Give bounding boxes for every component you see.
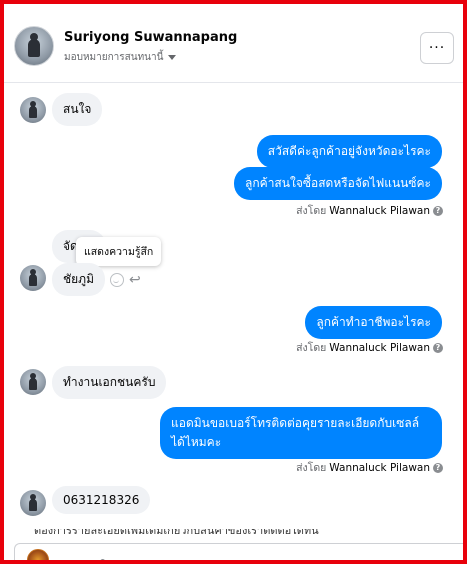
sent-by-label: ส่งโดย Wannaluck Pilawan ?: [296, 202, 443, 219]
outgoing-message[interactable]: ลูกค้าทำอาชีพอะไรคะ: [305, 306, 442, 339]
help-icon[interactable]: ?: [433, 205, 443, 216]
sent-by-prefix: ส่งโดย: [296, 342, 327, 354]
sent-by-agent: Wannaluck Pilawan: [329, 204, 430, 217]
sent-by-prefix: ส่งโดย: [296, 462, 327, 474]
reply-icon[interactable]: ↩: [129, 272, 141, 288]
help-icon[interactable]: ?: [433, 462, 443, 473]
page-avatar: [27, 549, 49, 560]
more-options-button[interactable]: ···: [420, 32, 454, 64]
sent-by-prefix: ส่งโดย: [296, 205, 327, 217]
outgoing-message[interactable]: แอดมินขอเบอร์โทรติดต่อคุยรายละเอียดกับเซ…: [160, 407, 442, 459]
sent-by-label: ส่งโดย Wannaluck Pilawan ?: [296, 339, 443, 356]
assign-label: มอบหมายการสนทนานี้: [64, 52, 164, 63]
outgoing-message[interactable]: ลูกค้าสนใจซื้อสดหรือจัดไฟแนนซ์คะ: [234, 167, 442, 200]
contact-avatar-small: [20, 490, 46, 516]
contact-avatar-small: [20, 369, 46, 395]
sent-by-agent: Wannaluck Pilawan: [329, 461, 430, 474]
reaction-tooltip: แสดงความรู้สึก: [76, 237, 162, 266]
message-actions: ↩: [110, 272, 141, 288]
contact-avatar-small: [20, 265, 46, 291]
sent-by-agent: Wannaluck Pilawan: [329, 341, 430, 354]
reply-composer[interactable]: ตอบกลับใน Messenger: [14, 543, 463, 560]
help-icon[interactable]: ?: [433, 342, 443, 353]
outgoing-message[interactable]: สวัสดีค่ะลูกค้าอยู่จังหวัดอะไรคะ: [256, 135, 442, 168]
contact-avatar[interactable]: [14, 26, 54, 66]
contact-avatar-small: [20, 97, 46, 123]
assign-conversation-dropdown[interactable]: มอบหมายการสนทนานี้: [64, 50, 177, 65]
conversation-panel: Suriyong Suwannapang มอบหมายการสนทนานี้ …: [0, 0, 467, 564]
contact-name[interactable]: Suriyong Suwannapang: [64, 30, 237, 45]
incoming-message[interactable]: 0631218326: [52, 486, 151, 514]
conversation-header: Suriyong Suwannapang มอบหมายการสนทนานี้ …: [4, 4, 463, 83]
sent-by-label: ส่งโดย Wannaluck Pilawan ?: [296, 459, 443, 476]
incoming-message[interactable]: ชัยภูมิ: [52, 263, 105, 296]
incoming-message[interactable]: สนใจ: [52, 93, 103, 126]
incoming-message[interactable]: ทำงานเอกชนครับ: [52, 366, 167, 399]
reply-input[interactable]: ตอบกลับใน Messenger: [59, 556, 176, 560]
partially-hidden-message: ต้องการรายละเอียดเพิ่มเติมเกี่ยวกับสินค้…: [34, 529, 434, 535]
react-smiley-icon[interactable]: [110, 273, 124, 287]
message-thread: สนใจ สวัสดีค่ะลูกค้าอยู่จังหวัดอะไรคะ ลู…: [4, 83, 463, 533]
caret-down-icon: [168, 55, 177, 60]
